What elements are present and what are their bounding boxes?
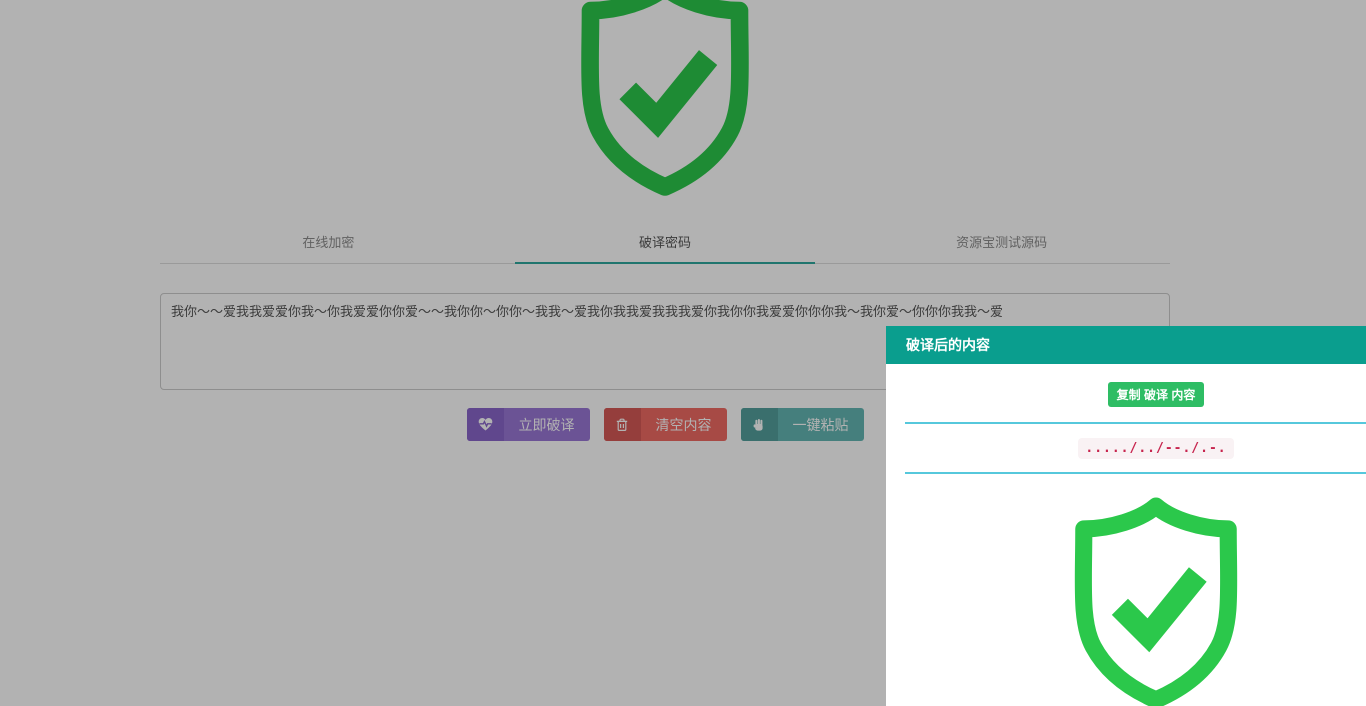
decoded-morse-output: ...../../--./.-. <box>1078 438 1233 459</box>
decoded-output-row: ...../../--./.-. <box>905 439 1366 457</box>
decrypt-result-modal: 破译后的内容 复制 破译 内容 ...../../--./.-. <box>886 326 1366 706</box>
divider <box>905 422 1366 424</box>
modal-title: 破译后的内容 <box>886 326 1366 364</box>
divider <box>905 472 1366 474</box>
copy-decrypted-content-button[interactable]: 复制 破译 内容 <box>1108 382 1205 407</box>
modal-body: 复制 破译 内容 ...../../--./.-. <box>886 364 1366 706</box>
shield-check-icon <box>1061 492 1251 706</box>
